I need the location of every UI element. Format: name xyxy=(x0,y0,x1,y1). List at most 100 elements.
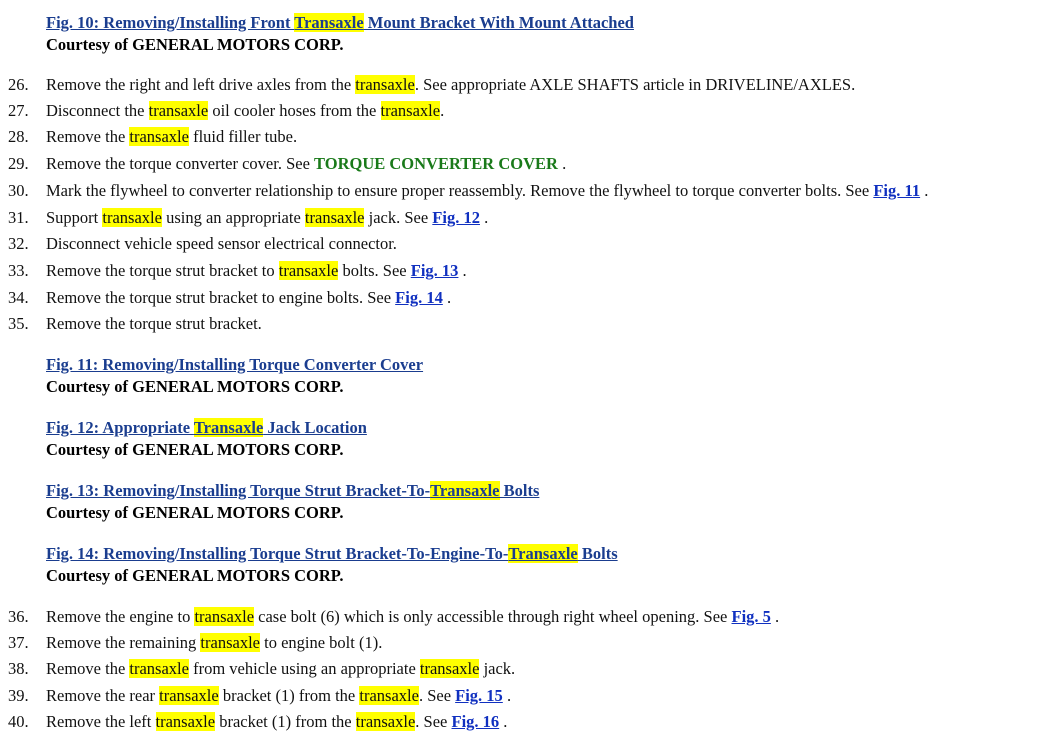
highlighted-term: transaxle xyxy=(129,127,189,146)
step-number: 40. xyxy=(8,712,29,731)
step-number: 27. xyxy=(8,101,29,120)
highlighted-term: transaxle xyxy=(359,686,419,705)
highlighted-term: transaxle xyxy=(194,607,255,626)
step-number: 29. xyxy=(8,154,29,173)
text-run: . xyxy=(458,261,467,280)
text-run: Remove the torque strut bracket. xyxy=(46,314,262,333)
figure-link[interactable]: Fig. 12: Appropriate Transaxle Jack Loca… xyxy=(46,417,367,439)
text-run: Fig. 11: Removing/Installing Torque Conv… xyxy=(46,355,424,374)
step-number: 34. xyxy=(8,288,29,307)
text-run: . xyxy=(770,607,780,626)
step-number: 36. xyxy=(8,607,29,626)
figure-reference-link[interactable]: Fig. 14 xyxy=(395,288,443,307)
figure-reference-link[interactable]: Fig. 12 xyxy=(432,208,480,227)
text-run: from vehicle using an appropriate xyxy=(188,659,420,678)
text-run: Remove the left xyxy=(46,712,156,731)
step-number: 28. xyxy=(8,127,29,146)
step-text: Remove the right and left drive axles fr… xyxy=(46,73,855,97)
step-text: Disconnect the transaxle oil cooler hose… xyxy=(46,99,444,123)
highlighted-term: transaxle xyxy=(155,712,216,731)
text-run: . xyxy=(557,154,567,173)
highlighted-term: Transaxle xyxy=(294,13,364,32)
step-number: 37. xyxy=(8,633,29,652)
step-number: 38. xyxy=(8,659,29,678)
step-text: Remove the remaining transaxle to engine… xyxy=(46,631,382,655)
highlighted-term: transaxle xyxy=(380,101,441,120)
step-text: Support transaxle using an appropriate t… xyxy=(46,206,488,230)
step-number: 26. xyxy=(8,75,29,94)
document-page: Fig. 10: Removing/Installing Front Trans… xyxy=(0,0,1059,732)
text-run: Remove the xyxy=(46,127,130,146)
step-number: 39. xyxy=(8,686,29,705)
step-number: 30. xyxy=(8,181,29,200)
figure-reference-link[interactable]: Fig. 11 xyxy=(873,181,920,200)
highlighted-term: transaxle xyxy=(304,208,365,227)
step-text: Remove the torque strut bracket to trans… xyxy=(46,259,467,283)
step-number: 31. xyxy=(8,208,29,227)
highlighted-term: Transaxle xyxy=(430,481,500,500)
text-run: . xyxy=(920,181,929,200)
figure-reference-link[interactable]: Fig. 15 xyxy=(455,686,503,705)
step-number: 32. xyxy=(8,234,29,253)
text-run: Remove the torque strut bracket to xyxy=(46,261,279,280)
step-text: Remove the transaxle from vehicle using … xyxy=(46,657,515,681)
figure-reference-link[interactable]: Fig. 13 xyxy=(411,261,459,280)
text-run: fluid filler tube. xyxy=(188,127,298,146)
step-number: 35. xyxy=(8,314,29,333)
text-run: bolts. See xyxy=(338,261,411,280)
figure-caption-fig-13: Fig. 13: Removing/Installing Torque Stru… xyxy=(46,480,539,524)
text-run: to engine bolt (1). xyxy=(259,633,383,652)
text-run: Remove the torque converter cover. See xyxy=(46,154,315,173)
figure-courtesy: Courtesy of GENERAL MOTORS CORP. xyxy=(46,503,344,522)
highlighted-term: transaxle xyxy=(159,686,219,705)
text-run: . xyxy=(499,712,508,731)
text-run: Fig. 10: Removing/Installing Front xyxy=(46,13,295,32)
highlighted-term: Transaxle xyxy=(193,418,264,437)
text-run: Jack Location xyxy=(263,418,367,437)
text-run: jack. xyxy=(479,659,516,678)
text-run: . xyxy=(479,208,489,227)
figure-caption-fig-11: Fig. 11: Removing/Installing Torque Conv… xyxy=(46,354,423,398)
figure-reference-link[interactable]: Fig. 5 xyxy=(732,607,771,626)
figure-link[interactable]: Fig. 10: Removing/Installing Front Trans… xyxy=(46,12,634,34)
text-run: . See appropriate AXLE SHAFTS article in… xyxy=(414,75,856,94)
text-run: bracket (1) from the xyxy=(218,686,360,705)
highlighted-term: transaxle xyxy=(278,261,339,280)
text-run: . See xyxy=(418,686,456,705)
figure-link[interactable]: Fig. 13: Removing/Installing Torque Stru… xyxy=(46,480,539,502)
text-run: Fig. 13: Removing/Installing Torque Stru… xyxy=(46,481,431,500)
text-run: Support xyxy=(46,208,103,227)
figure-link[interactable]: Fig. 14: Removing/Installing Torque Stru… xyxy=(46,543,618,565)
text-run: Mark the flywheel to converter relations… xyxy=(46,181,874,200)
text-run: jack. See xyxy=(364,208,433,227)
step-text: Remove the torque strut bracket. xyxy=(46,312,262,336)
figure-caption-fig-14: Fig. 14: Removing/Installing Torque Stru… xyxy=(46,543,618,587)
text-run: Bolts xyxy=(499,481,540,500)
figure-link[interactable]: Fig. 11: Removing/Installing Torque Conv… xyxy=(46,354,423,376)
text-run: Bolts xyxy=(577,544,618,563)
text-run: Disconnect vehicle speed sensor electric… xyxy=(46,234,397,253)
figure-courtesy: Courtesy of GENERAL MOTORS CORP. xyxy=(46,566,344,585)
highlighted-term: transaxle xyxy=(129,659,189,678)
figure-courtesy: Courtesy of GENERAL MOTORS CORP. xyxy=(46,377,344,396)
step-text: Remove the torque strut bracket to engin… xyxy=(46,286,451,310)
figure-reference-link[interactable]: Fig. 16 xyxy=(452,712,500,731)
highlighted-term: transaxle xyxy=(355,712,416,731)
figure-courtesy: Courtesy of GENERAL MOTORS CORP. xyxy=(46,440,344,459)
highlighted-term: transaxle xyxy=(419,659,480,678)
text-run: . See xyxy=(415,712,452,731)
figure-caption-fig-12: Fig. 12: Appropriate Transaxle Jack Loca… xyxy=(46,417,367,461)
highlighted-term: transaxle xyxy=(355,75,415,94)
section-reference-link[interactable]: TORQUE CONVERTER COVER xyxy=(314,154,558,173)
text-run: Remove the engine to xyxy=(46,607,195,626)
highlighted-term: Transaxle xyxy=(508,544,578,563)
text-run: . xyxy=(440,101,445,120)
text-run: using an appropriate xyxy=(161,208,305,227)
text-run: case bolt (6) which is only accessible t… xyxy=(254,607,732,626)
step-text: Remove the torque converter cover. See T… xyxy=(46,152,566,176)
step-text: Remove the engine to transaxle case bolt… xyxy=(46,605,779,629)
text-run: Mount Bracket With Mount Attached xyxy=(363,13,634,32)
text-run: Remove the rear xyxy=(46,686,160,705)
step-text: Remove the left transaxle bracket (1) fr… xyxy=(46,710,507,734)
highlighted-term: transaxle xyxy=(148,101,209,120)
